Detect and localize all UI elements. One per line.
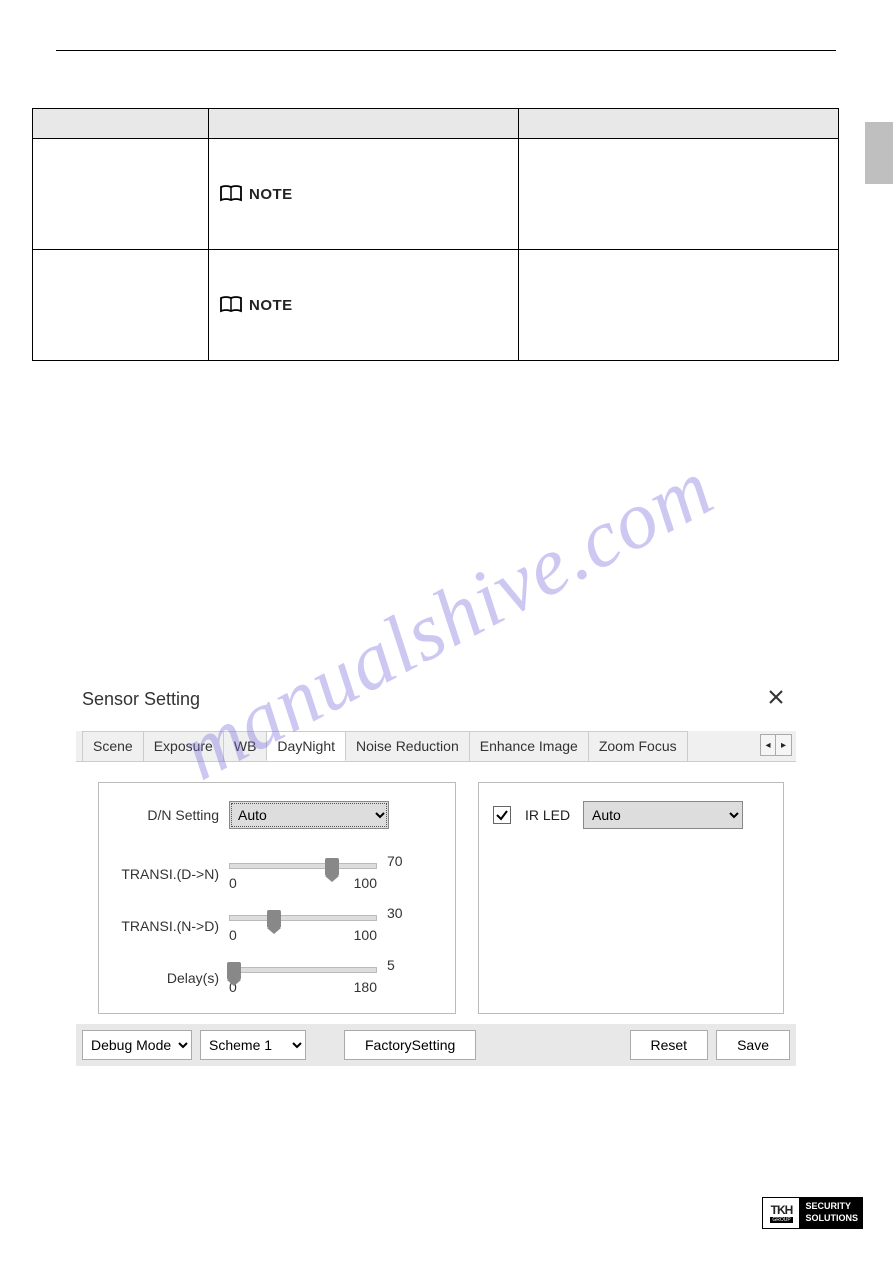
logo-line1: SECURITY: [805, 1201, 858, 1213]
trans-nd-slider[interactable]: [229, 915, 377, 921]
note-label: NOTE: [249, 297, 293, 314]
header-rule: [56, 50, 836, 51]
trans-nd-label: TRANSI.(N->D): [113, 918, 229, 934]
logo-line2: SOLUTIONS: [805, 1213, 858, 1225]
tab-enhance-image[interactable]: Enhance Image: [469, 731, 589, 761]
trans-dn-value: 70: [387, 853, 403, 869]
footer-logo: TKH GROUP SECURITY SOLUTIONS: [762, 1197, 863, 1229]
tab-zoom-focus[interactable]: Zoom Focus: [588, 731, 688, 761]
dialog-title: Sensor Setting: [82, 689, 200, 710]
slider-thumb[interactable]: [325, 858, 339, 876]
table-row: NOTE: [33, 250, 839, 361]
factory-setting-button[interactable]: FactorySetting: [344, 1030, 476, 1060]
delay-label: Delay(s): [113, 970, 229, 986]
close-icon[interactable]: [762, 686, 790, 713]
ir-led-label: IR LED: [525, 807, 583, 823]
debug-mode-select[interactable]: Debug Mode: [82, 1030, 192, 1060]
slider-thumb[interactable]: [227, 962, 241, 980]
tab-wb[interactable]: WB: [223, 731, 268, 761]
note-callout: NOTE: [219, 185, 508, 203]
parameter-table: NOTE NOTE: [32, 108, 839, 361]
table-header: [209, 109, 519, 139]
daynight-left-panel: D/N Setting Auto TRANSI.(D->N) 70 0 100: [98, 782, 456, 1014]
note-label: NOTE: [249, 186, 293, 203]
tab-bar: Scene Exposure WB DayNight Noise Reducti…: [76, 731, 796, 762]
delay-value: 5: [387, 957, 395, 973]
page-side-tab: [865, 122, 893, 184]
slider-max: 100: [354, 875, 377, 891]
tab-scroll-left[interactable]: ◂: [760, 734, 776, 756]
tab-daynight[interactable]: DayNight: [266, 731, 346, 761]
dialog-bottom-bar: Debug Mode Scheme 1 FactorySetting Reset…: [76, 1024, 796, 1066]
logo-right: SECURITY SOLUTIONS: [800, 1197, 863, 1229]
tab-scene[interactable]: Scene: [82, 731, 144, 761]
daynight-right-panel: IR LED Auto: [478, 782, 784, 1014]
tab-noise-reduction[interactable]: Noise Reduction: [345, 731, 470, 761]
tab-scroll-right[interactable]: ▸: [776, 734, 792, 756]
scheme-select[interactable]: Scheme 1: [200, 1030, 306, 1060]
logo-brand: TKH: [771, 1203, 793, 1217]
tab-exposure[interactable]: Exposure: [143, 731, 224, 761]
logo-left: TKH GROUP: [762, 1197, 800, 1229]
note-callout: NOTE: [219, 296, 508, 314]
table-header: [519, 109, 839, 139]
slider-thumb[interactable]: [267, 910, 281, 928]
table-header: [33, 109, 209, 139]
book-icon: [219, 185, 243, 203]
sensor-setting-dialog: Sensor Setting Scene Exposure WB DayNigh…: [76, 678, 796, 1066]
save-button[interactable]: Save: [716, 1030, 790, 1060]
table-row: NOTE: [33, 139, 839, 250]
trans-nd-value: 30: [387, 905, 403, 921]
dn-setting-select[interactable]: Auto: [229, 801, 389, 829]
trans-dn-label: TRANSI.(D->N): [113, 866, 229, 882]
ir-led-checkbox[interactable]: [493, 806, 511, 824]
trans-dn-slider[interactable]: [229, 863, 377, 869]
slider-min: 0: [229, 927, 237, 943]
slider-max: 180: [354, 979, 377, 995]
slider-max: 100: [354, 927, 377, 943]
slider-min: 0: [229, 875, 237, 891]
delay-slider[interactable]: [229, 967, 377, 973]
dn-setting-label: D/N Setting: [113, 807, 229, 823]
book-icon: [219, 296, 243, 314]
logo-group: GROUP: [770, 1217, 792, 1223]
ir-led-select[interactable]: Auto: [583, 801, 743, 829]
reset-button[interactable]: Reset: [630, 1030, 709, 1060]
